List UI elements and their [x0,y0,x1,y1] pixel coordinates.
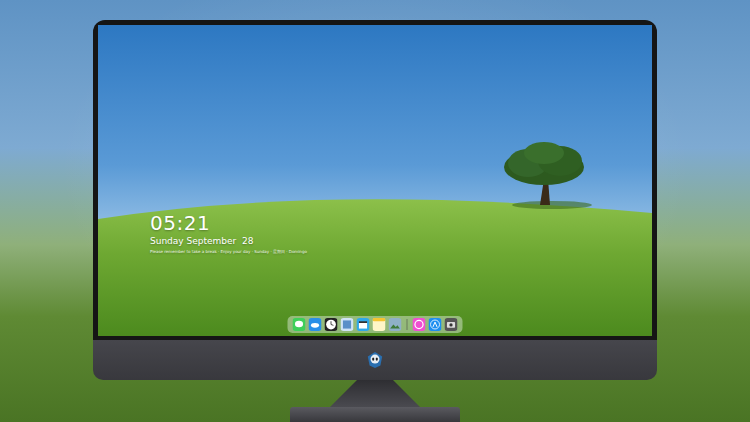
messages-icon[interactable] [293,318,306,331]
stand-neck [330,380,420,407]
screen-bezel: 05:21Sunday September 28Please remember … [93,20,657,340]
finder-icon[interactable] [341,318,354,331]
dock [288,316,463,333]
clock-quote: Please remember to take a break · Enjoy … [150,248,307,256]
brand-logo-icon [366,351,384,369]
music-icon[interactable] [413,318,426,331]
photos-icon[interactable] [389,318,402,331]
dock-separator [407,319,408,330]
weather-icon[interactable] [309,318,322,331]
monitor: 05:21Sunday September 28Please remember … [93,20,657,422]
lock-clock: 05:21Sunday September 28Please remember … [150,211,307,256]
clock-app-icon[interactable] [325,318,338,331]
backdrop: 05:21Sunday September 28Please remember … [0,0,750,422]
camera-icon[interactable] [445,318,458,331]
clapperboard-icon[interactable] [357,318,370,331]
notes-icon[interactable] [373,318,386,331]
desktop-screen: 05:21Sunday September 28Please remember … [98,25,652,336]
wallpaper-tree-icon [490,141,600,211]
app-store-icon[interactable] [429,318,442,331]
monitor-chin [93,340,657,380]
clock-time: 05:21 [150,211,307,235]
stand-base [290,407,460,422]
clock-date: Sunday September 28 [150,235,307,248]
